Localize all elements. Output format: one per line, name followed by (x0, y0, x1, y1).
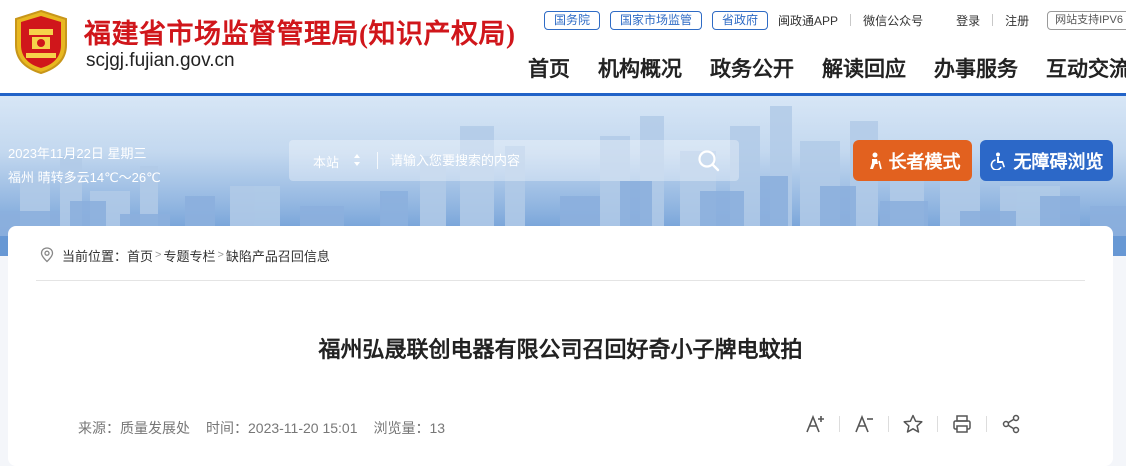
link-state-council[interactable]: 国务院 (544, 10, 601, 30)
elder-icon (869, 152, 882, 169)
divider (850, 14, 852, 26)
nav-interaction[interactable]: 互动交流 (1046, 53, 1126, 83)
nav-services[interactable]: 办事服务 (934, 53, 1018, 83)
nav-about[interactable]: 机构概况 (598, 53, 682, 83)
search-icon[interactable] (697, 149, 721, 173)
nav-interpretation[interactable]: 解读回应 (822, 53, 906, 83)
divider (992, 14, 994, 26)
breadcrumb-home[interactable]: 首页 (127, 246, 153, 265)
main-nav: 首页 机构概况 政务公开 解读回应 办事服务 互动交流 (528, 53, 1126, 83)
article-tools (803, 412, 1023, 436)
site-title[interactable]: 福建省市场监督管理局(知识产权局) (84, 12, 515, 51)
article-views: 浏览量：13 (373, 420, 446, 436)
article-time: 时间：2023-11-20 15:01 (206, 420, 358, 436)
article-source: 来源：质量发展处 (78, 420, 190, 436)
ipv6-badge: 网站支持IPV6 (1047, 10, 1126, 30)
content-card: 当前位置： 首页 > 专题专栏 > 缺陷产品召回信息 福州弘晟联创电器有限公司召… (8, 226, 1113, 466)
link-provincial-gov[interactable]: 省政府 (712, 10, 769, 30)
font-decrease-icon[interactable] (852, 412, 876, 436)
sort-arrows-icon[interactable] (353, 153, 361, 167)
divider (888, 416, 889, 432)
site-domain: scjgj.fujian.gov.cn (86, 50, 235, 71)
article-title: 福州弘晟联创电器有限公司召回好奇小子牌电蚊拍 (318, 337, 803, 362)
current-date: 2023年11月22日 星期三 (8, 146, 147, 161)
link-wechat[interactable]: 微信公众号 (863, 12, 923, 29)
emblem-icon (15, 9, 67, 75)
divider (839, 416, 840, 432)
article-meta: 来源：质量发展处 时间：2023-11-20 15:01 浏览量：13 (78, 418, 461, 438)
login-link[interactable]: 登录 (956, 12, 980, 29)
search-divider (377, 152, 378, 169)
breadcrumb-prefix: 当前位置： (62, 248, 128, 264)
weather-info: 福州 晴转多云14℃～26℃ (8, 170, 161, 185)
register-link[interactable]: 注册 (1005, 12, 1029, 29)
nav-public-affairs[interactable]: 政务公开 (710, 53, 794, 83)
breadcrumb: 当前位置： 首页 > 专题专栏 > 缺陷产品召回信息 (40, 246, 330, 265)
elder-mode-button[interactable]: 长者模式 (853, 140, 972, 181)
divider (939, 14, 940, 26)
chevron-right-icon: > (217, 249, 224, 261)
location-pin-icon (40, 247, 54, 263)
site-header: 福建省市场监督管理局(知识产权局) scjgj.fujian.gov.cn 国务… (0, 0, 1126, 96)
share-icon[interactable] (999, 412, 1023, 436)
accessibility-label: 无障碍浏览 (1013, 151, 1104, 172)
breadcrumb-divider (36, 280, 1085, 281)
search-input[interactable] (390, 148, 680, 173)
divider (986, 416, 987, 432)
breadcrumb-special-topics[interactable]: 专题专栏 (163, 246, 215, 265)
search-bar: 本站 (289, 140, 739, 181)
elder-mode-label: 长者模式 (888, 151, 961, 172)
top-links: 国务院 国家市场监管 省政府 闽政通APP 微信公众号 登录 注册 网站支持IP… (544, 10, 1126, 30)
print-icon[interactable] (950, 412, 974, 436)
accessibility-icon (990, 152, 1005, 170)
favorite-star-icon[interactable] (901, 412, 925, 436)
search-scope-select[interactable]: 本站 (313, 152, 339, 171)
font-increase-icon[interactable] (803, 412, 827, 436)
divider (937, 416, 938, 432)
chevron-right-icon: > (155, 249, 162, 261)
breadcrumb-recall-info[interactable]: 缺陷产品召回信息 (226, 246, 330, 265)
nav-home[interactable]: 首页 (528, 53, 570, 83)
accessibility-button[interactable]: 无障碍浏览 (980, 140, 1113, 181)
link-samr[interactable]: 国家市场监管 (610, 10, 703, 30)
link-app[interactable]: 闽政通APP (778, 12, 838, 29)
